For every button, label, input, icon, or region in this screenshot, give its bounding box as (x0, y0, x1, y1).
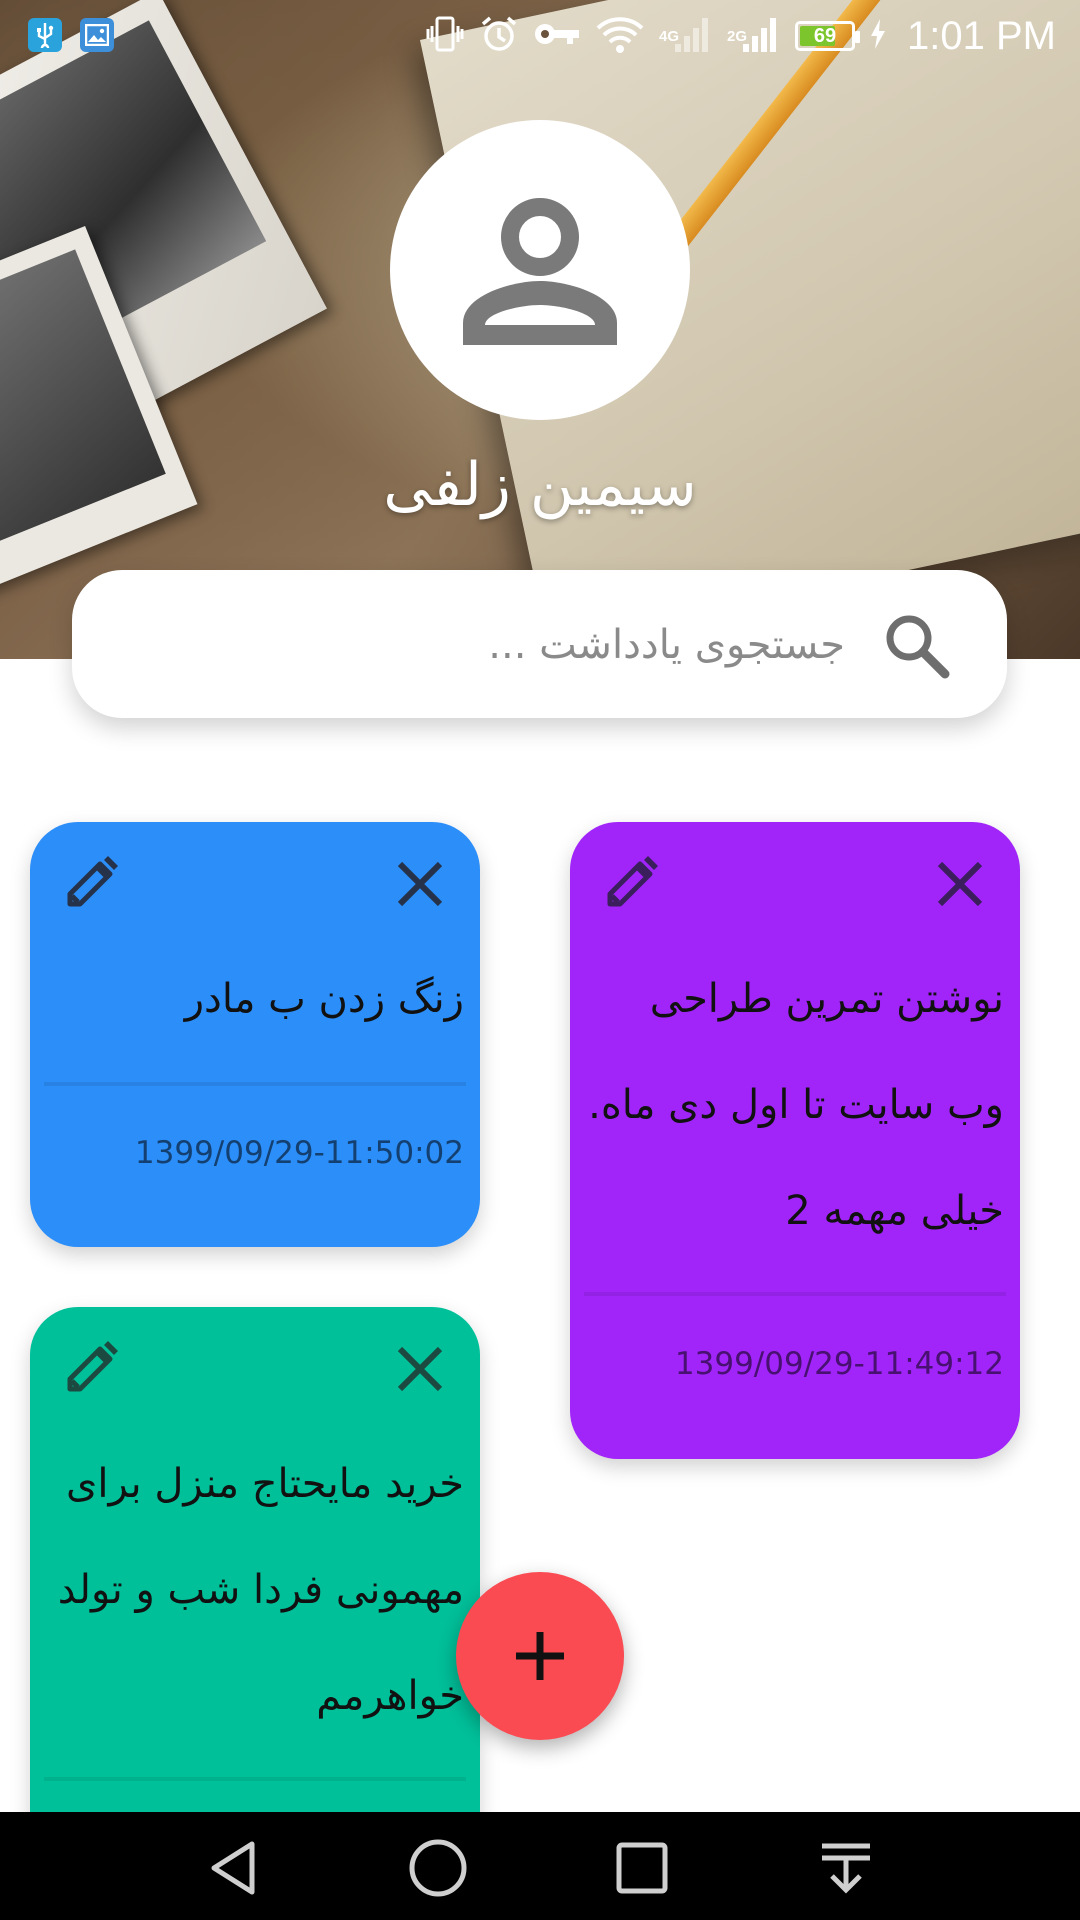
person-icon (463, 198, 617, 345)
wifi-icon (595, 14, 645, 59)
note-card[interactable]: زنگ زدن ب مادر 1399/09/29-11:50:02 (30, 822, 480, 1247)
close-icon[interactable] (930, 854, 990, 914)
divider (44, 1777, 466, 1781)
search-icon[interactable] (881, 610, 951, 680)
close-icon[interactable] (390, 854, 450, 914)
edit-icon[interactable] (600, 852, 662, 914)
note-text: خرید مایحتاج منزل برای مهمونی فردا شب و … (57, 1461, 464, 1719)
close-icon[interactable] (390, 1339, 450, 1399)
note-card[interactable]: خرید مایحتاج منزل برای مهمونی فردا شب و … (30, 1307, 480, 1867)
note-date: 1399/09/29-11:49:12 (674, 1346, 1004, 1382)
network-type-label: 2G (727, 27, 748, 45)
signal-icon (673, 14, 713, 59)
network-type-label: 4G (659, 27, 680, 45)
charging-icon (869, 18, 887, 55)
alarm-icon (479, 14, 519, 59)
notification-pull-icon[interactable] (814, 1836, 878, 1900)
divider (584, 1292, 1006, 1296)
search-bar[interactable] (72, 570, 1007, 718)
usb-icon (28, 18, 62, 52)
vpn-key-icon (533, 19, 581, 54)
edit-icon[interactable] (60, 1337, 122, 1399)
vibrate-icon (425, 14, 465, 59)
signal-icon (741, 14, 781, 59)
battery-icon: 69 (795, 21, 861, 51)
add-note-button[interactable] (456, 1572, 624, 1740)
edit-icon[interactable] (60, 852, 122, 914)
back-icon[interactable] (202, 1836, 266, 1900)
profile-name: سیمین زلفی (383, 450, 697, 520)
clock: 1:01 PM (907, 13, 1056, 58)
note-card[interactable]: نوشتن تمرین طراحی وب سایت تا اول دی ماه.… (570, 822, 1020, 1459)
status-bar: 4G 2G 69 1:01 PM (0, 0, 1080, 72)
note-date: 1399/09/29-11:50:02 (134, 1135, 464, 1171)
avatar[interactable] (390, 120, 690, 420)
navigation-bar (0, 1812, 1080, 1920)
battery-level: 69 (813, 24, 837, 47)
divider (44, 1082, 466, 1086)
note-text: زنگ زدن ب مادر (184, 976, 464, 1022)
recents-icon[interactable] (610, 1836, 674, 1900)
note-text: نوشتن تمرین طراحی وب سایت تا اول دی ماه.… (588, 976, 1004, 1234)
plus-icon (516, 1632, 564, 1680)
gallery-icon (80, 18, 114, 52)
search-input[interactable] (193, 604, 847, 686)
home-icon[interactable] (406, 1836, 470, 1900)
